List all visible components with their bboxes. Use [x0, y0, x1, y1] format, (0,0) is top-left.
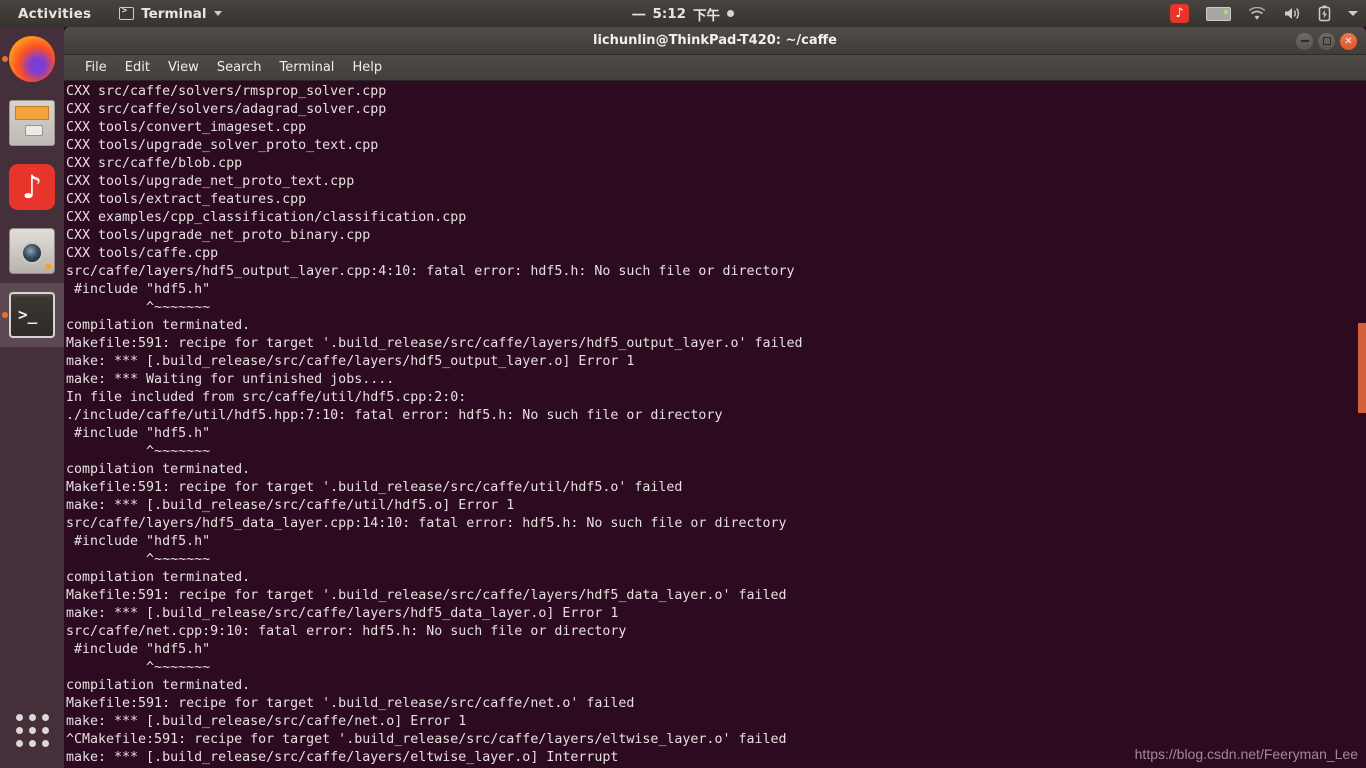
- notification-dot-icon: [727, 10, 735, 17]
- terminal-window: lichunlin@ThinkPad-T420: ~/caffe ✕ File …: [64, 27, 1366, 768]
- terminal-icon: >_: [9, 292, 55, 338]
- window-title: lichunlin@ThinkPad-T420: ~/caffe: [593, 33, 837, 48]
- clock-calendar-button[interactable]: 一 5:12 下午: [563, 4, 803, 24]
- keyboard-input-icon[interactable]: [1206, 6, 1231, 21]
- clock-day: 一: [631, 7, 646, 24]
- menu-item-file[interactable]: File: [76, 57, 116, 78]
- running-indicator-icon: [2, 56, 8, 62]
- firefox-icon: [9, 36, 55, 82]
- grid-dots-icon: [15, 713, 49, 747]
- app-menu-terminal[interactable]: Terminal: [119, 5, 222, 22]
- close-button[interactable]: ✕: [1340, 32, 1357, 50]
- battery-icon[interactable]: [1318, 5, 1331, 22]
- app-menu-label: Terminal: [141, 5, 207, 22]
- chevron-down-icon: [213, 11, 222, 16]
- terminal-icon: [119, 6, 135, 20]
- volume-icon[interactable]: [1283, 6, 1301, 21]
- minimize-button[interactable]: [1296, 32, 1313, 50]
- clock-meridiem: 下午: [693, 7, 721, 24]
- clock-time: 5:12: [652, 5, 687, 22]
- netease-music-tray-icon[interactable]: ♪: [1170, 4, 1189, 23]
- scrollbar-thumb[interactable]: [1358, 323, 1366, 413]
- window-titlebar[interactable]: lichunlin@ThinkPad-T420: ~/caffe ✕: [64, 27, 1366, 55]
- camera-flash-icon: [46, 264, 51, 269]
- system-tray: ♪: [1170, 0, 1358, 27]
- files-icon: [9, 100, 55, 146]
- dock-item-camera[interactable]: [0, 219, 64, 283]
- dock-item-firefox[interactable]: [0, 27, 64, 91]
- terminal-prompt-glyph: >_: [18, 305, 38, 324]
- menu-item-terminal[interactable]: Terminal: [270, 57, 343, 78]
- camera-lens-icon: [21, 241, 43, 264]
- dock-item-terminal[interactable]: >_: [0, 283, 64, 347]
- menu-item-view[interactable]: View: [159, 57, 208, 78]
- menu-item-edit[interactable]: Edit: [116, 57, 159, 78]
- maximize-button[interactable]: [1318, 32, 1335, 50]
- window-controls: ✕: [1296, 27, 1357, 55]
- camera-icon: [9, 228, 55, 274]
- gnome-top-bar: Activities Terminal 一 5:12 下午 ♪: [0, 0, 1366, 27]
- unity-launcher-dock: ♪ >_: [0, 27, 64, 768]
- running-indicator-icon: [2, 312, 8, 318]
- menu-item-help[interactable]: Help: [343, 57, 391, 78]
- show-applications-button[interactable]: [0, 702, 64, 758]
- terminal-text: CXX src/caffe/solvers/rmsprop_solver.cpp…: [66, 84, 803, 765]
- watermark-text: https://blog.csdn.net/Feeryman_Lee: [1134, 746, 1358, 762]
- terminal-output-area[interactable]: CXX src/caffe/solvers/rmsprop_solver.cpp…: [64, 81, 1366, 768]
- wifi-icon[interactable]: [1248, 6, 1266, 21]
- activities-button[interactable]: Activities: [12, 4, 97, 24]
- terminal-scrollbar[interactable]: [1358, 81, 1366, 768]
- netease-music-icon: ♪: [9, 164, 55, 210]
- dock-item-netease-music[interactable]: ♪: [0, 155, 64, 219]
- menu-item-search[interactable]: Search: [208, 57, 271, 78]
- system-menu-caret-icon[interactable]: [1348, 11, 1358, 16]
- menu-bar: File Edit View Search Terminal Help: [64, 55, 1366, 81]
- dock-item-files[interactable]: [0, 91, 64, 155]
